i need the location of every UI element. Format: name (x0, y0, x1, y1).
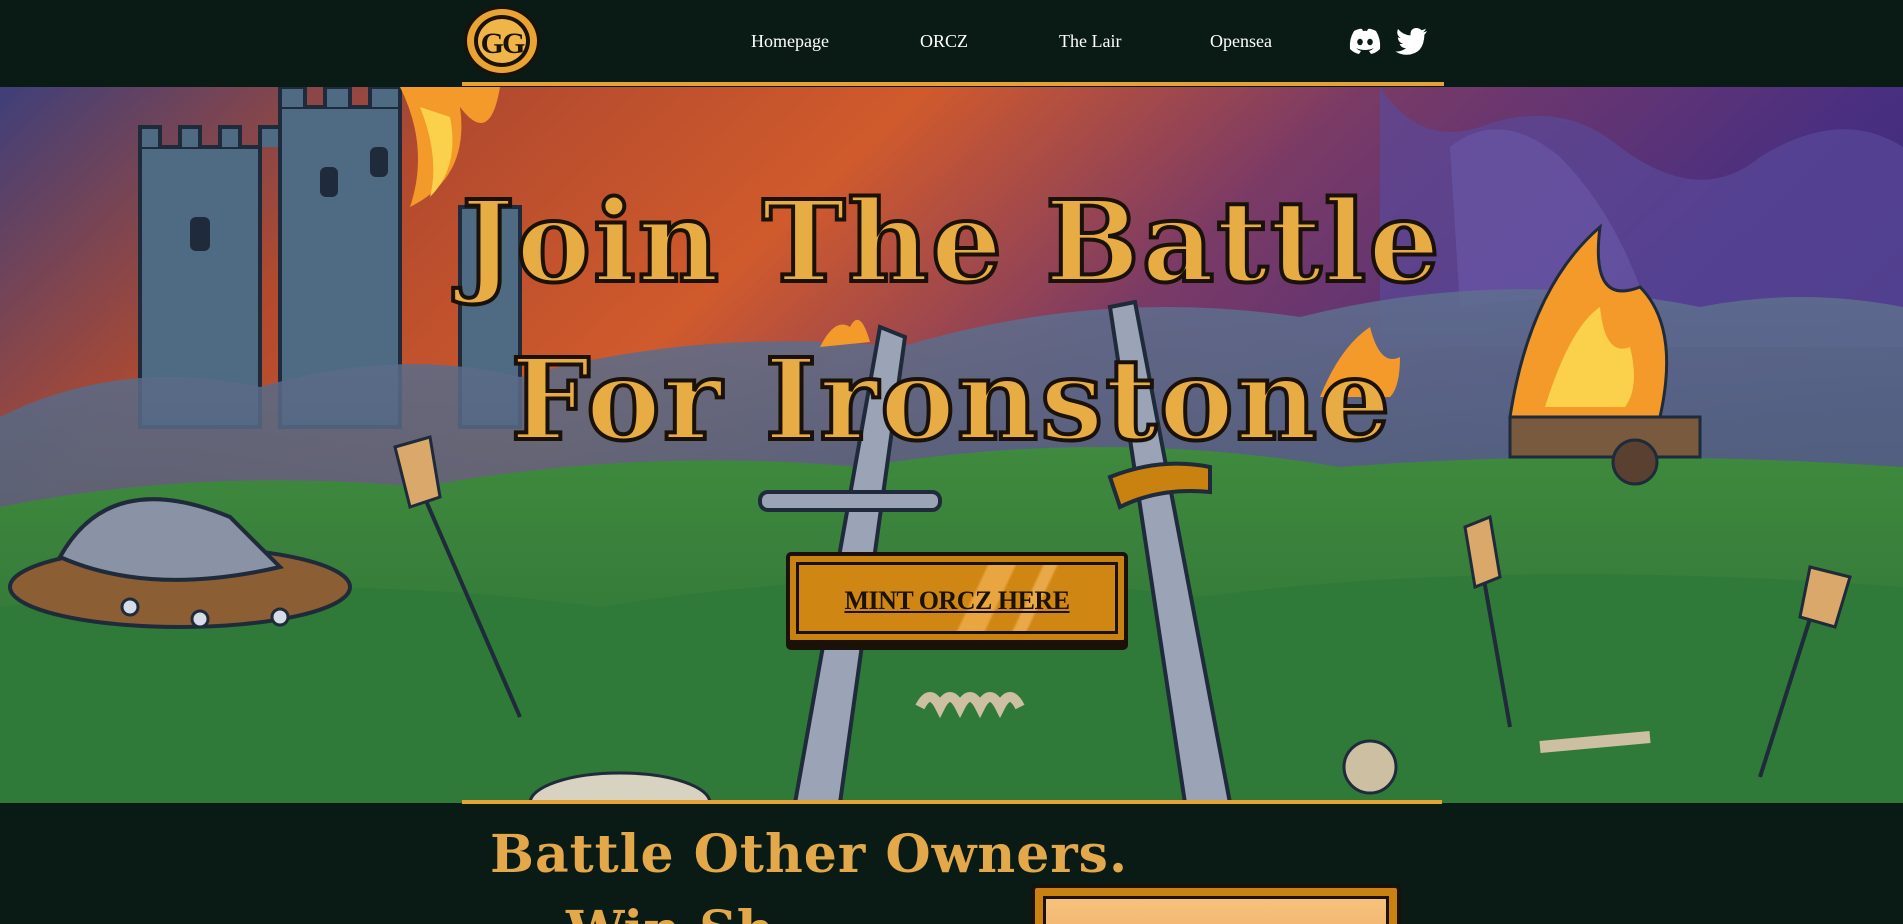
mint-button-label: MINT ORCZ HERE (844, 586, 1070, 615)
hero-title-line1: Join The Battle (459, 177, 1442, 308)
nav-homepage[interactable]: Homepage (751, 31, 829, 52)
nav-the-lair[interactable]: The Lair (1059, 31, 1121, 52)
site-header: GG Homepage ORCZ The Lair Opensea (0, 0, 1903, 87)
section-card (1031, 884, 1401, 924)
nav-orcz[interactable]: ORCZ (920, 31, 968, 52)
hero-title-line2: For Ironstone (509, 335, 1393, 466)
nav-opensea[interactable]: Opensea (1210, 31, 1272, 52)
mint-orcz-button[interactable]: MINT ORCZ HERE (786, 552, 1128, 644)
section-subtitle: Win Sh... (566, 900, 829, 924)
twitter-icon[interactable] (1395, 26, 1429, 56)
site-logo[interactable]: GG (464, 6, 540, 76)
hero-banner: Join The Battle For Ironstone MINT ORCZ … (0, 87, 1903, 803)
discord-icon[interactable] (1348, 26, 1382, 56)
section-card-face (1043, 896, 1389, 924)
header-divider (462, 82, 1444, 86)
section-title: Battle Other Owners. (490, 824, 1129, 885)
logo-emblem: GG (474, 15, 530, 67)
battle-section: Battle Other Owners. Win Sh... (0, 804, 1903, 924)
logo-text: GG (480, 27, 526, 60)
